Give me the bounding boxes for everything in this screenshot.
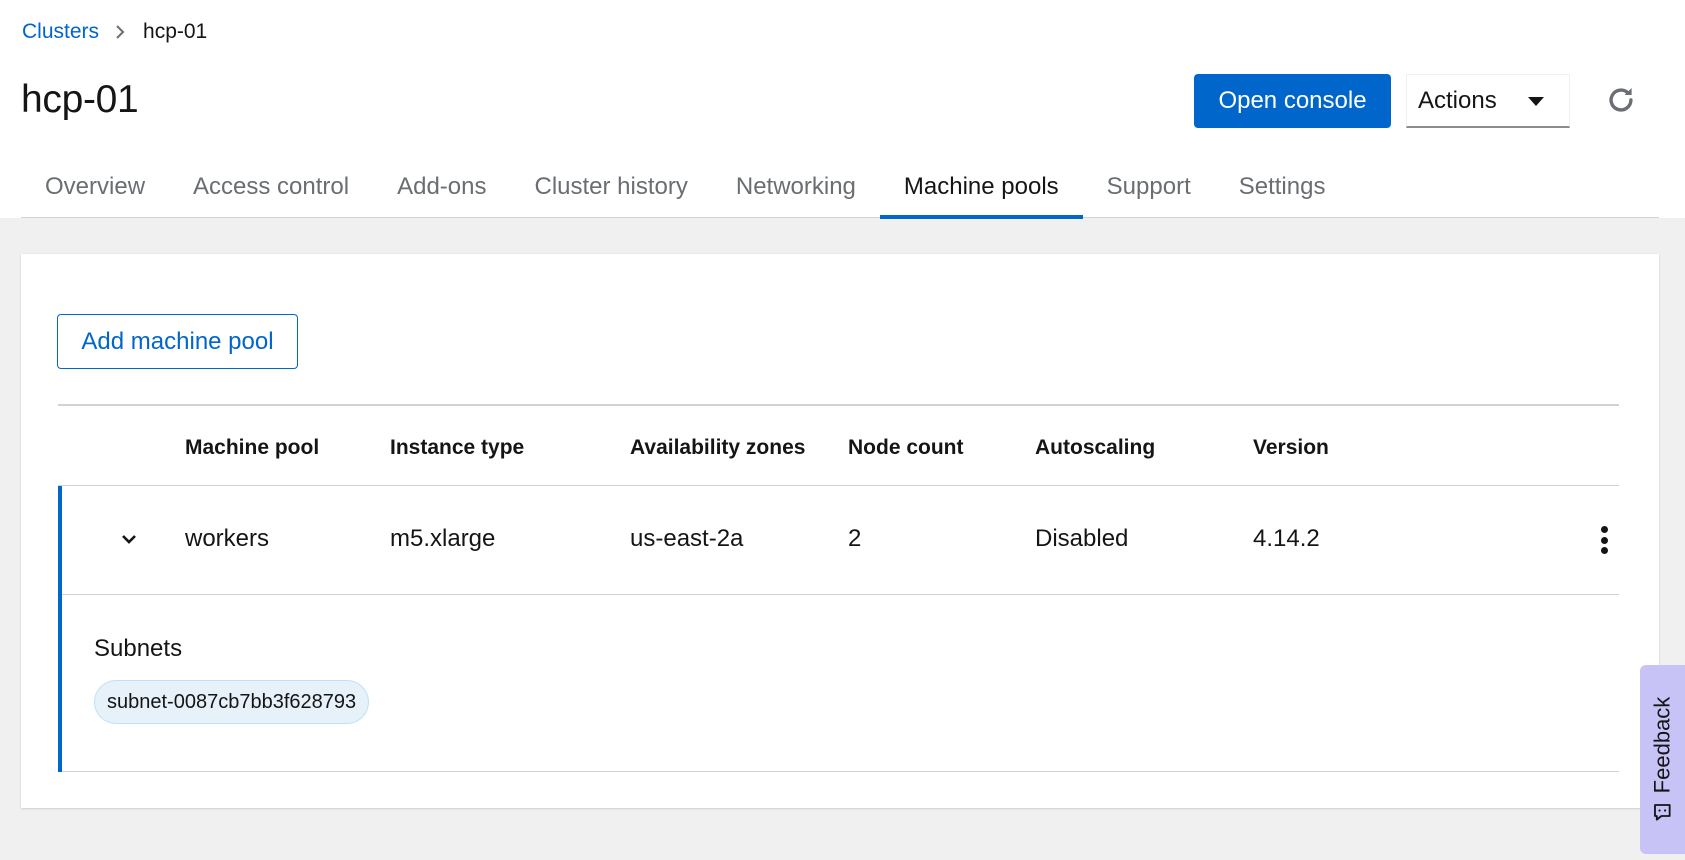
machine-pools-table: Machine pool Instance type Availability … [58, 404, 1619, 772]
column-header-availability-zones[interactable]: Availability zones [630, 436, 805, 460]
table-header-row: Machine pool Instance type Availability … [58, 406, 1619, 486]
tab-add-ons[interactable]: Add-ons [373, 166, 510, 218]
breadcrumb-current: hcp-01 [143, 20, 208, 43]
cell-instance-type: m5.xlarge [390, 525, 496, 552]
feedback-inner: Feedback [1650, 696, 1676, 823]
column-header-version[interactable]: Version [1253, 436, 1329, 460]
cell-machine-pool: workers [185, 525, 270, 552]
tab-label: Support [1106, 173, 1191, 200]
breadcrumb-clusters-link[interactable]: Clusters [22, 20, 99, 44]
subnets-title: Subnets [94, 635, 183, 662]
cell-availability-zones: us-east-2a [630, 525, 744, 552]
chevron-right-icon [115, 25, 125, 39]
column-header-machine-pool[interactable]: Machine pool [185, 436, 319, 460]
feedback-icon [1654, 803, 1671, 821]
cell-node-count: 2 [848, 525, 862, 552]
kebab-icon[interactable] [1592, 522, 1616, 558]
cell-autoscaling: Disabled [1035, 525, 1129, 552]
tab-label: Networking [735, 173, 856, 200]
tab-machine-pools[interactable]: Machine pools [879, 166, 1083, 219]
open-console-button[interactable]: Open console [1194, 74, 1391, 128]
refresh-icon[interactable] [1604, 83, 1638, 117]
tab-support[interactable]: Support [1083, 166, 1215, 218]
subnet-chip: subnet-0087cb7bb3f628793 [94, 680, 370, 724]
add-machine-pool-button[interactable]: Add machine pool [57, 314, 298, 369]
breadcrumb: Clusters hcp-01 [22, 20, 207, 44]
tab-overview[interactable]: Overview [21, 166, 169, 218]
tab-label: Machine pools [903, 173, 1059, 200]
tab-label: Cluster history [534, 173, 688, 200]
tab-cluster-history[interactable]: Cluster history [510, 166, 711, 218]
actions-label: Actions [1418, 86, 1497, 114]
page-title: hcp-01 [21, 78, 139, 121]
machine-pools-card: Add machine pool Machine pool Instance t… [21, 254, 1659, 808]
actions-dropdown[interactable]: Actions [1406, 74, 1570, 128]
caret-down-icon [1528, 97, 1544, 106]
expanded-row-group: workers m5.xlarge us-east-2a 2 Disabled … [58, 486, 1619, 772]
tab-label: Settings [1238, 173, 1326, 200]
tab-label: Add-ons [397, 173, 487, 200]
table-row: workers m5.xlarge us-east-2a 2 Disabled … [62, 486, 1619, 595]
feedback-button[interactable]: Feedback [1640, 665, 1685, 854]
row-expand-toggle[interactable] [114, 524, 144, 554]
cell-version: 4.14.2 [1253, 525, 1320, 552]
tab-label: Access control [193, 173, 350, 200]
feedback-label: Feedback [1649, 696, 1675, 793]
row-expanded-content: Subnets subnet-0087cb7bb3f628793 [62, 595, 1619, 772]
column-header-autoscaling[interactable]: Autoscaling [1035, 436, 1155, 460]
column-header-instance-type[interactable]: Instance type [390, 436, 524, 460]
tab-bar: Overview Access control Add-ons Cluster … [21, 166, 1659, 219]
chevron-down-icon [122, 535, 136, 544]
column-header-node-count[interactable]: Node count [848, 436, 964, 460]
tab-label: Overview [45, 173, 146, 200]
tab-access-control[interactable]: Access control [169, 166, 373, 218]
tab-settings[interactable]: Settings [1215, 166, 1350, 218]
page-header-area: Clusters hcp-01 hcp-01 Open console Acti… [0, 0, 1685, 219]
tab-networking[interactable]: Networking [712, 166, 880, 218]
